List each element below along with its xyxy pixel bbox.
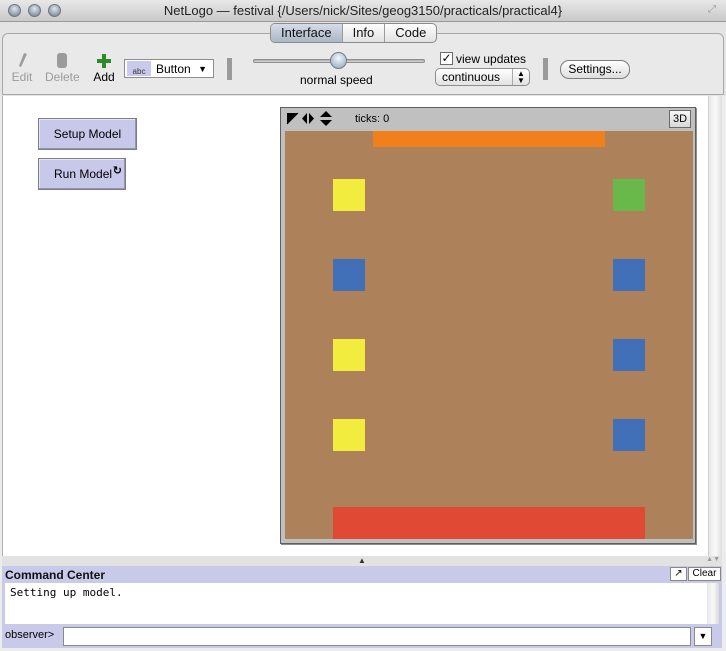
clear-button[interactable]: Clear xyxy=(688,567,721,581)
title-bar: NetLogo — festival {/Users/nick/Sites/ge… xyxy=(0,0,726,22)
patch-stage-top xyxy=(373,131,605,147)
command-center: Command Center ↗ Clear Setting up model.… xyxy=(2,566,722,648)
pencil-icon xyxy=(19,53,27,67)
widget-type-select[interactable]: abc Button ▼ xyxy=(124,59,214,78)
toolbar-separator xyxy=(543,58,548,80)
setup-model-button[interactable]: Setup Model xyxy=(38,118,137,150)
widget-type-value: Button xyxy=(156,61,191,76)
view-updates-label: view updates xyxy=(456,52,527,66)
output-scrollbar[interactable] xyxy=(707,583,719,624)
update-mode-value: continuous xyxy=(442,70,501,84)
tab-code[interactable]: Code xyxy=(385,24,436,42)
chevron-down-icon: ▼ xyxy=(198,63,207,74)
add-label: Add xyxy=(93,70,115,84)
delete-button[interactable]: Delete xyxy=(45,52,80,84)
delete-label: Delete xyxy=(45,70,80,84)
patch-stall-left-4 xyxy=(333,419,365,451)
tab-interface[interactable]: Interface xyxy=(271,24,343,42)
toolbar-separator xyxy=(227,58,232,80)
tab-info[interactable]: Info xyxy=(343,24,386,42)
edit-button[interactable]: Edit xyxy=(10,52,34,84)
pane-splitter[interactable]: ▲ ▲▼ xyxy=(2,556,722,566)
settings-button[interactable]: Settings... xyxy=(560,60,630,79)
fullscreen-icon[interactable]: ⤢ xyxy=(708,4,720,16)
agent-prompt-selector[interactable]: observer> xyxy=(5,629,54,641)
up-down-arrows-icon: ▲ ▼ xyxy=(512,69,529,85)
patch-entrance-bottom xyxy=(333,507,645,539)
view-updates-checkbox[interactable]: ✓ xyxy=(440,52,453,65)
forever-icon: ↻ xyxy=(112,165,122,177)
button-widget-icon: abc xyxy=(127,61,151,76)
edit-label: Edit xyxy=(11,70,33,84)
patch-stall-left-1 xyxy=(333,179,365,211)
speed-label: normal speed xyxy=(300,73,373,87)
expand-icon[interactable]: ↗ xyxy=(670,567,687,581)
patch-stall-right-4 xyxy=(613,419,645,451)
scroll-arrows-icon[interactable]: ▲▼ xyxy=(706,556,720,563)
tab-bar: Interface Info Code xyxy=(270,23,438,43)
run-model-label: Run Model xyxy=(54,167,113,181)
world-view: ticks: 0 3D xyxy=(280,107,696,544)
run-model-button[interactable]: Run Model ↻ xyxy=(38,158,126,190)
window-title: NetLogo — festival {/Users/nick/Sites/ge… xyxy=(163,3,563,18)
patch-stall-right-2 xyxy=(613,259,645,291)
horizontal-resize-icon[interactable] xyxy=(302,113,314,124)
patch-stall-right-3 xyxy=(613,339,645,371)
patch-stall-right-1 xyxy=(613,179,645,211)
plus-icon xyxy=(97,54,111,68)
history-dropdown-icon[interactable]: ▼ xyxy=(694,627,712,646)
speed-slider-handle[interactable] xyxy=(330,52,347,69)
trash-icon xyxy=(57,53,67,68)
vertical-scrollbar[interactable] xyxy=(708,96,722,556)
output-text: Setting up model. xyxy=(10,586,123,599)
ticks-counter: ticks: 0 xyxy=(355,113,390,125)
vertical-resize-icon[interactable] xyxy=(320,111,332,126)
command-center-title: Command Center xyxy=(5,568,106,582)
patch-stall-left-3 xyxy=(333,339,365,371)
world-patches[interactable] xyxy=(285,131,693,539)
patch-stall-left-2 xyxy=(333,259,365,291)
splitter-grip-icon[interactable]: ▲ xyxy=(358,556,366,565)
command-input[interactable] xyxy=(63,627,691,646)
update-mode-select[interactable]: continuous ▲ ▼ xyxy=(435,68,530,86)
3d-view-button[interactable]: 3D xyxy=(669,110,691,128)
wrap-icon[interactable] xyxy=(286,112,299,125)
add-button[interactable]: Add xyxy=(91,52,117,84)
view-controls[interactable] xyxy=(286,111,334,129)
setup-model-label: Setup Model xyxy=(53,127,122,141)
command-output: Setting up model. xyxy=(5,583,719,624)
